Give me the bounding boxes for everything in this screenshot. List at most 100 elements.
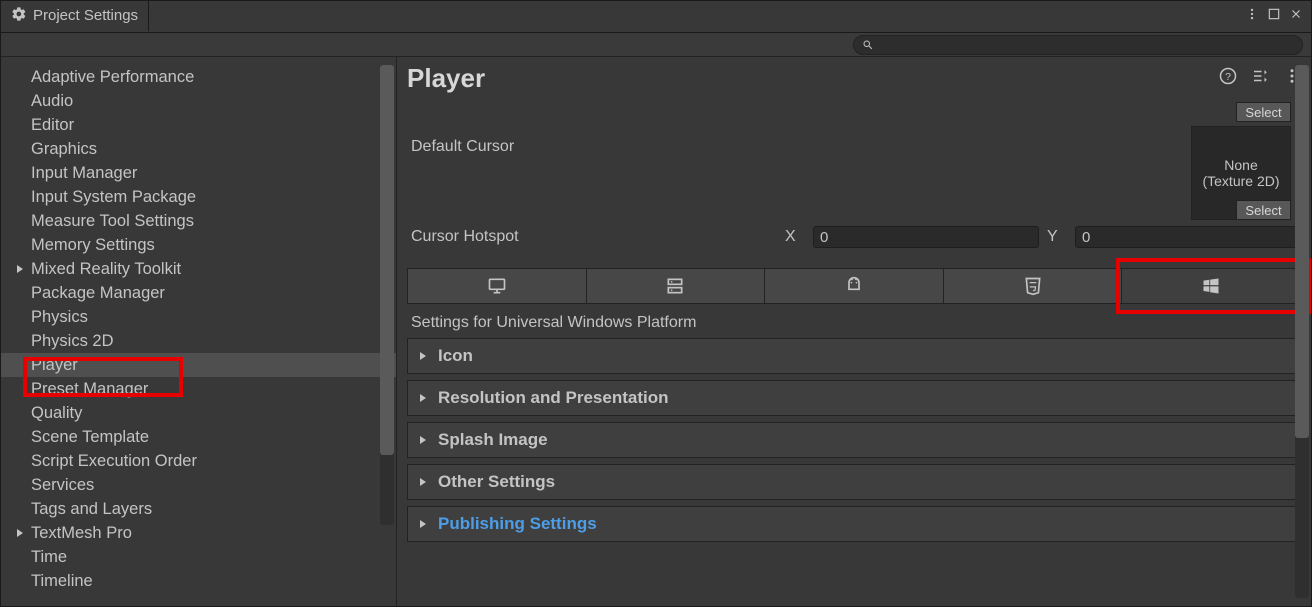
sidebar-item-label: Scene Template <box>31 428 149 447</box>
foldout-label: Other Settings <box>438 472 555 492</box>
sidebar-item-label: Mixed Reality Toolkit <box>31 260 181 279</box>
sidebar-item-scene-template[interactable]: Scene Template <box>1 425 396 449</box>
sidebar-item-label: Audio <box>31 92 73 111</box>
sidebar-item-label: Time <box>31 548 67 567</box>
cursor-hotspot-row: Cursor Hotspot X Y <box>407 226 1301 248</box>
foldout-label: Icon <box>438 346 473 366</box>
sidebar-scrollbar[interactable] <box>380 65 394 525</box>
chevron-right-icon <box>418 388 428 408</box>
svg-text:?: ? <box>1225 71 1231 83</box>
hotspot-x-input[interactable] <box>813 226 1039 248</box>
monitor-icon <box>487 276 507 296</box>
foldout-label: Publishing Settings <box>438 514 597 534</box>
foldout-resolution-and-presentation[interactable]: Resolution and Presentation <box>407 380 1301 416</box>
sidebar-item-adaptive-performance[interactable]: Adaptive Performance <box>1 65 396 89</box>
chevron-right-icon <box>15 524 25 543</box>
hotspot-x-label: X <box>785 228 805 246</box>
platform-tab-standalone[interactable] <box>408 269 587 303</box>
sidebar-item-editor[interactable]: Editor <box>1 113 396 137</box>
sidebar-item-physics[interactable]: Physics <box>1 305 396 329</box>
content-scroll-area: Select Default Cursor None (Texture 2D) … <box>397 98 1311 606</box>
body: Adaptive Performance Audio EditorGraphics I… <box>1 57 1311 606</box>
cursor-hotspot-label: Cursor Hotspot <box>407 228 777 246</box>
content-header: Player ? <box>397 57 1311 98</box>
preset-icon[interactable] <box>1251 67 1269 90</box>
platform-tab-uwp[interactable] <box>1122 269 1300 303</box>
foldout-publishing-settings[interactable]: Publishing Settings <box>407 506 1301 542</box>
platform-tab-webgl[interactable] <box>944 269 1123 303</box>
sidebar-item-tags-and-layers[interactable]: Tags and Layers <box>1 497 396 521</box>
sidebar-item-input-manager[interactable]: Input Manager <box>1 161 396 185</box>
sidebar-item-physics-2d[interactable]: Physics 2D <box>1 329 396 353</box>
search-row <box>1 33 1311 57</box>
platform-tab-server[interactable] <box>587 269 766 303</box>
sidebar-item-timeline[interactable]: Timeline <box>1 569 396 593</box>
sidebar-item-textmesh-pro[interactable]: TextMesh Pro <box>1 521 396 545</box>
window-tab-label: Project Settings <box>33 7 138 24</box>
sidebar-item-label: Preset Manager <box>31 380 148 399</box>
hotspot-y-label: Y <box>1047 228 1067 246</box>
foldout-splash-image[interactable]: Splash Image <box>407 422 1301 458</box>
sidebar-item-memory-settings[interactable]: Memory Settings <box>1 233 396 257</box>
sidebar-item-label: Measure Tool Settings <box>31 212 194 231</box>
maximize-icon[interactable] <box>1267 7 1281 26</box>
sidebar-item-label: Memory Settings <box>31 236 155 255</box>
sidebar-item-player[interactable]: Player <box>1 353 396 377</box>
sidebar-item-label: Tags and Layers <box>31 500 152 519</box>
sidebar-item-preset-manager[interactable]: Preset Manager <box>1 377 396 401</box>
sidebar-item-script-execution-order[interactable]: Script Execution Order <box>1 449 396 473</box>
content-panel: Player ? Select Default Cursor None (Tex… <box>397 57 1311 606</box>
chevron-right-icon <box>418 346 428 366</box>
sidebar-item-input-system-package[interactable]: Input System Package <box>1 185 396 209</box>
sidebar-item-label: Physics <box>31 308 88 327</box>
sidebar-item-time[interactable]: Time <box>1 545 396 569</box>
sidebar-item-label: Package Manager <box>31 284 165 303</box>
texture-none-label-1: None <box>1224 157 1257 173</box>
title-bar: Project Settings <box>1 1 1311 33</box>
sidebar-item-label: Input Manager <box>31 164 137 183</box>
sidebar-item-mixed-reality-toolkit[interactable]: Mixed Reality Toolkit <box>1 257 396 281</box>
sidebar-item-package-manager[interactable]: Package Manager <box>1 281 396 305</box>
content-scrollbar[interactable] <box>1295 65 1309 598</box>
default-cursor-row: Default Cursor None (Texture 2D) Select <box>407 108 1301 126</box>
page-title: Player <box>407 63 1219 94</box>
select-button-top[interactable]: Select <box>1236 102 1291 122</box>
foldouts: Icon Resolution and Presentation Splash Im… <box>407 338 1301 542</box>
sidebar-item-graphics[interactable]: Graphics <box>1 137 396 161</box>
select-button-bottom[interactable]: Select <box>1236 200 1291 220</box>
sidebar-item-measure-tool-settings[interactable]: Measure Tool Settings <box>1 209 396 233</box>
hotspot-y-input[interactable] <box>1075 226 1301 248</box>
search-input[interactable] <box>853 35 1303 55</box>
android-icon <box>844 276 864 296</box>
sidebar-scroll-thumb[interactable] <box>380 65 394 455</box>
settings-sidebar: Adaptive Performance Audio EditorGraphics I… <box>1 57 397 606</box>
window-tab[interactable]: Project Settings <box>1 1 149 32</box>
platform-tabs <box>407 268 1301 304</box>
chevron-right-icon <box>418 430 428 450</box>
project-settings-window: Project Settings Adaptive Performance Aud… <box>0 0 1312 607</box>
search-icon <box>862 39 874 51</box>
texture-none-label-2: (Texture 2D) <box>1202 173 1279 189</box>
sidebar-item-label: Adaptive Performance <box>31 68 194 87</box>
sidebar-item-services[interactable]: Services <box>1 473 396 497</box>
foldout-label: Resolution and Presentation <box>438 388 668 408</box>
help-icon[interactable]: ? <box>1219 67 1237 90</box>
chevron-right-icon <box>418 514 428 534</box>
sidebar-item-audio[interactable]: Audio <box>1 89 396 113</box>
foldout-other-settings[interactable]: Other Settings <box>407 464 1301 500</box>
sidebar-item-quality[interactable]: Quality <box>1 401 396 425</box>
chevron-right-icon <box>418 472 428 492</box>
foldout-icon[interactable]: Icon <box>407 338 1301 374</box>
default-cursor-label: Default Cursor <box>407 138 514 156</box>
sidebar-item-label: Player <box>31 356 78 375</box>
platform-section-title: Settings for Universal Windows Platform <box>411 314 1297 332</box>
platform-tab-android[interactable] <box>765 269 944 303</box>
kebab-icon[interactable] <box>1245 7 1259 26</box>
sidebar-item-label: Services <box>31 476 94 495</box>
sidebar-item-label: Script Execution Order <box>31 452 197 471</box>
gear-icon <box>11 6 27 26</box>
close-icon[interactable] <box>1289 7 1303 26</box>
sidebar-item-label: Input System Package <box>31 188 196 207</box>
sidebar-item-label: Physics 2D <box>31 332 114 351</box>
content-scroll-thumb[interactable] <box>1295 65 1309 438</box>
